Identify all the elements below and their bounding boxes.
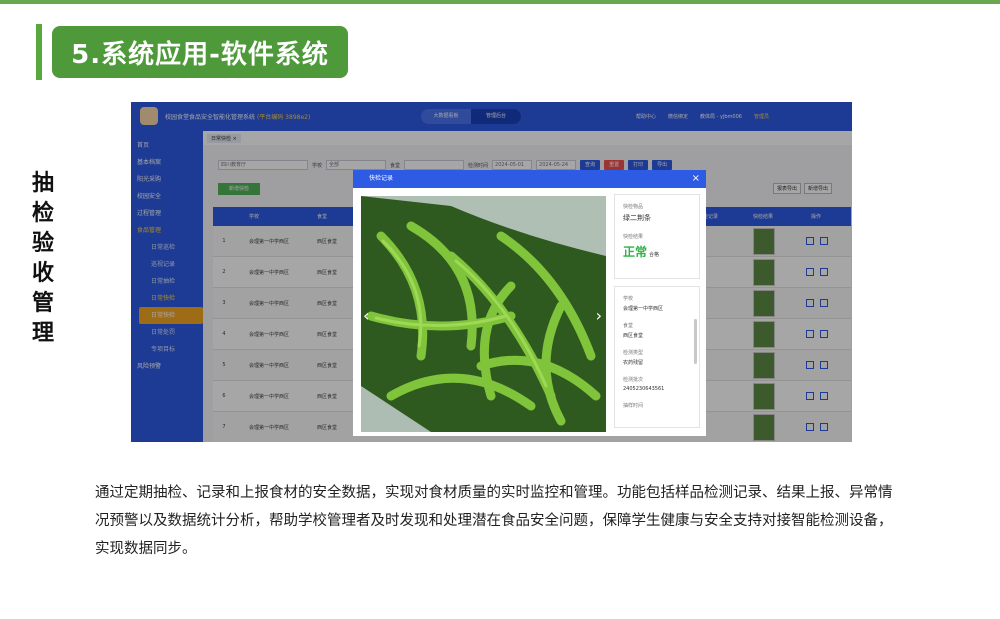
next-arrow-icon[interactable]: › [596,306,602,325]
quick-check-modal: 快检记录 × ‹ › 快检物品 绿二荆条 快检结果 正常 合格 学校 会理第一中… [353,170,706,436]
detail-scrollbar[interactable] [694,319,697,364]
title-accent-bar [36,24,42,80]
slide-title: 5.系统应用-软件系统 [52,26,348,78]
item-value: 绿二荆条 [623,214,651,222]
prev-arrow-icon[interactable]: ‹ [363,306,369,325]
app-screenshot: 校园食堂食品安全智能化管理系统 (平台编码 3898e2) 大数据看板 管理后台… [131,102,852,442]
sample-photo: ‹ › [361,196,606,432]
side-title: 抽检验收管理 [31,170,54,346]
result-card: 快检物品 绿二荆条 快检结果 正常 合格 [614,194,700,279]
modal-title: 快检记录 [369,175,394,182]
result-value: 正常 合格 [623,245,660,259]
detail-card: 学校 会理第一中学西区 食堂 西区食堂 检测类型 农药残留 检测批次 24052… [614,286,700,428]
top-accent-line [0,0,1000,4]
description-text: 通过定期抽检、记录和上报食材的安全数据，实现对食材质量的实时监控和管理。功能包括… [95,485,893,557]
green-pepper-image [361,196,606,432]
close-icon[interactable]: × [692,170,700,188]
modal-header: 快检记录 × [353,170,706,188]
